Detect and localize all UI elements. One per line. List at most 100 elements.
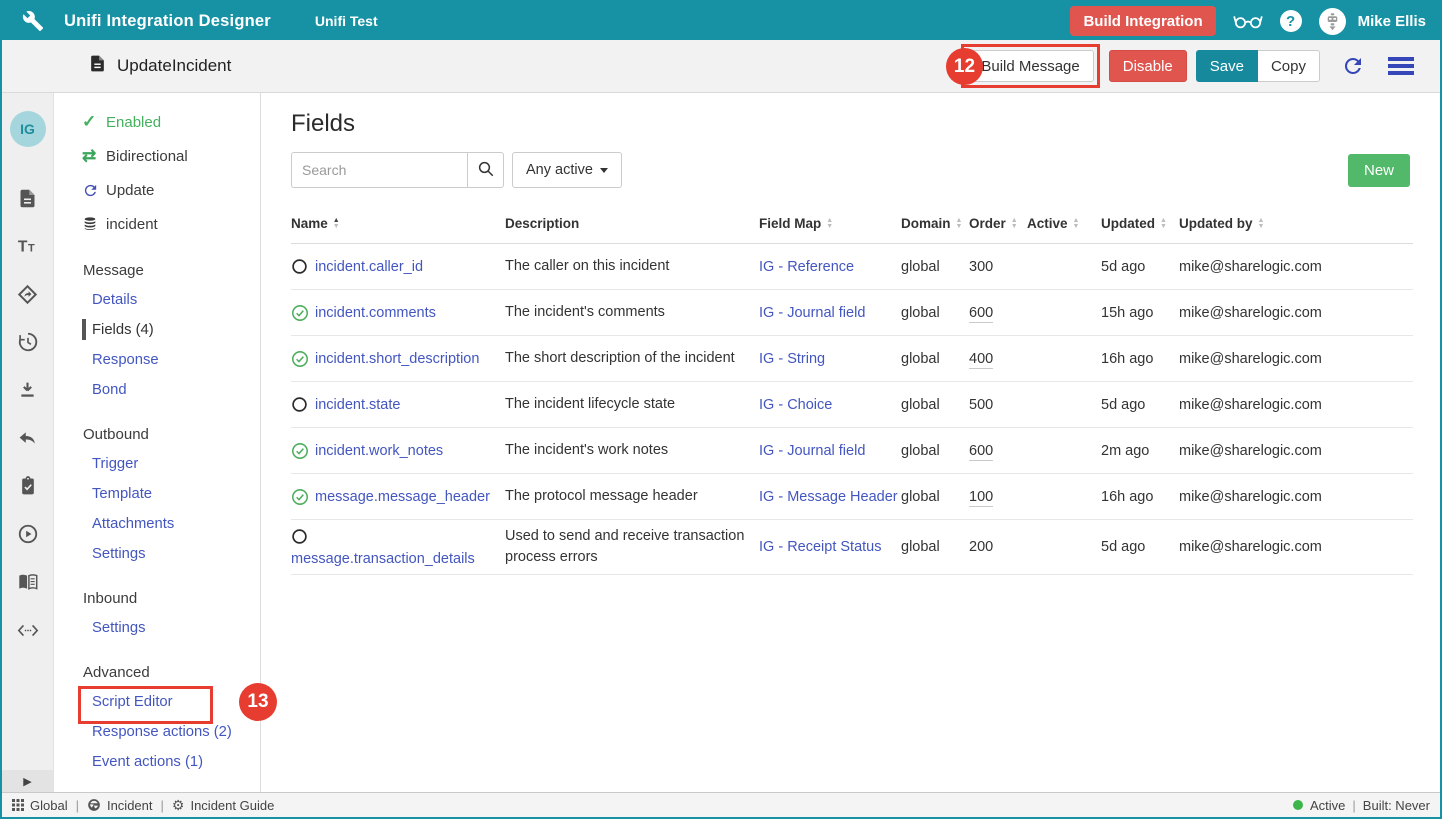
text-format-icon[interactable]: TT	[17, 235, 39, 257]
nav-status-item[interactable]: incident	[54, 207, 260, 241]
nav-sections: Message Details Fields (4) Response Bond…	[54, 255, 260, 777]
nav-item-event-actions-1[interactable]: Event actions (1)	[54, 747, 260, 777]
field-name-link[interactable]: message.message_header	[315, 489, 490, 505]
status-bar-item-incident[interactable]: Incident	[87, 798, 153, 813]
new-button[interactable]: New	[1348, 154, 1410, 187]
help-icon[interactable]: ?	[1280, 10, 1302, 32]
reply-icon[interactable]	[17, 427, 39, 449]
nav-status-item[interactable]: ✓ Enabled	[54, 105, 260, 139]
nav-section-title: Advanced	[54, 657, 260, 687]
nav-item-response[interactable]: Response	[54, 345, 260, 375]
field-domain: global	[901, 443, 969, 459]
active-check-icon	[291, 442, 309, 460]
field-map-link[interactable]: IG - Reference	[759, 259, 854, 275]
nav-section: Inbound Settings	[54, 583, 260, 643]
field-order[interactable]: 300	[969, 259, 993, 275]
nav-item-attachments[interactable]: Attachments	[54, 509, 260, 539]
active-filter-label: Any active	[526, 162, 593, 178]
glasses-icon[interactable]	[1233, 13, 1263, 29]
field-map-link[interactable]: IG - String	[759, 351, 825, 367]
nav-status-item[interactable]: Update	[54, 173, 260, 207]
field-updated: 16h ago	[1101, 489, 1179, 505]
field-description: The incident's comments	[505, 302, 759, 323]
field-map-link[interactable]: IG - Journal field	[759, 305, 865, 321]
field-order[interactable]: 600	[969, 443, 993, 461]
integration-name[interactable]: Unifi Test	[315, 13, 378, 29]
user-name[interactable]: Mike Ellis	[1358, 13, 1426, 30]
search-input[interactable]	[291, 152, 467, 188]
sort-icon: ▲▼	[1011, 218, 1018, 230]
history-icon[interactable]	[17, 331, 39, 353]
field-name-link[interactable]: incident.short_description	[315, 351, 479, 367]
field-name-link[interactable]: message.transaction_details	[291, 551, 475, 567]
column-header-description[interactable]: Description	[505, 216, 759, 231]
nav-item-template[interactable]: Template	[54, 479, 260, 509]
refresh-icon[interactable]	[1341, 54, 1365, 78]
field-order[interactable]: 100	[969, 489, 993, 507]
nav-item-trigger[interactable]: Trigger	[54, 449, 260, 479]
status-bar-item-incident-guide[interactable]: ⚙Incident Guide	[172, 797, 274, 814]
rail-expand-button[interactable]: ▶	[2, 770, 53, 792]
save-button[interactable]: Save	[1196, 50, 1258, 82]
disable-button[interactable]: Disable	[1109, 50, 1187, 82]
field-order[interactable]: 400	[969, 351, 993, 369]
download-icon[interactable]	[17, 379, 39, 401]
code-icon[interactable]	[17, 619, 39, 641]
column-header-active[interactable]: Active ▲▼	[1027, 216, 1101, 231]
annotation-badge-12: 12	[946, 48, 983, 85]
copy-button[interactable]: Copy	[1258, 50, 1320, 82]
nav-item-script-editor[interactable]: Script Editor 13	[54, 687, 260, 717]
sort-icon: ▲▼	[1258, 218, 1265, 230]
field-map-link[interactable]: IG - Choice	[759, 397, 832, 413]
field-map-link[interactable]: IG - Journal field	[759, 443, 865, 459]
field-order[interactable]: 200	[969, 539, 993, 555]
field-name-link[interactable]: incident.work_notes	[315, 443, 443, 459]
field-updated: 16h ago	[1101, 351, 1179, 367]
field-order[interactable]: 600	[969, 305, 993, 323]
field-map-link[interactable]: IG - Message Header	[759, 489, 898, 505]
field-name-link[interactable]: incident.comments	[315, 305, 436, 321]
field-updated: 2m ago	[1101, 443, 1179, 459]
field-name-link[interactable]: incident.caller_id	[315, 259, 423, 275]
status-bar-left: Global|Incident|⚙Incident Guide	[12, 797, 274, 814]
document-icon[interactable]	[17, 187, 39, 209]
active-filter-dropdown[interactable]: Any active	[512, 152, 622, 188]
nav-status-label: Enabled	[106, 114, 161, 131]
tasks-icon[interactable]	[17, 475, 39, 497]
field-description: The incident's work notes	[505, 440, 759, 461]
pie-icon	[87, 798, 101, 812]
column-header-name[interactable]: Name ▲▼	[291, 216, 505, 231]
sort-icon: ▲▼	[1073, 218, 1080, 230]
column-header-updated[interactable]: Updated ▲▼	[1101, 216, 1179, 231]
field-domain: global	[901, 397, 969, 413]
field-name-link[interactable]: incident.state	[315, 397, 400, 413]
nav-item-settings[interactable]: Settings	[54, 613, 260, 643]
field-order[interactable]: 500	[969, 397, 993, 413]
field-updated-by: mike@sharelogic.com	[1179, 539, 1413, 555]
nav-item-response-actions-2[interactable]: Response actions (2)	[54, 717, 260, 747]
column-header-field-map[interactable]: Field Map ▲▼	[759, 216, 901, 231]
field-description: Used to send and receive transaction pro…	[505, 526, 759, 568]
search-button[interactable]	[467, 152, 504, 188]
message-title: UpdateIncident	[117, 56, 231, 76]
field-map-link[interactable]: IG - Receipt Status	[759, 539, 882, 555]
avatar[interactable]	[1319, 8, 1346, 35]
book-icon[interactable]	[17, 571, 39, 593]
nav-item-fields-4[interactable]: Fields (4)	[54, 315, 260, 345]
nav-item-bond[interactable]: Bond	[54, 375, 260, 405]
nav-item-settings[interactable]: Settings	[54, 539, 260, 569]
svg-text:T: T	[17, 239, 27, 256]
column-header-updated-by[interactable]: Updated by ▲▼	[1179, 216, 1413, 231]
ig-avatar[interactable]: IG	[10, 111, 46, 147]
hamburger-menu-icon[interactable]	[1388, 57, 1414, 75]
build-integration-button[interactable]: Build Integration	[1070, 6, 1215, 36]
nav-section: Message Details Fields (4) Response Bond	[54, 255, 260, 405]
column-header-domain[interactable]: Domain ▲▼	[901, 216, 969, 231]
column-header-order[interactable]: Order ▲▼	[969, 216, 1027, 231]
nav-status-item[interactable]: ⇄ Bidirectional	[54, 139, 260, 173]
build-message-button[interactable]: Build Message	[967, 50, 1093, 82]
directions-icon[interactable]	[17, 283, 39, 305]
status-bar-item-global[interactable]: Global	[12, 798, 68, 813]
nav-item-details[interactable]: Details	[54, 285, 260, 315]
play-icon[interactable]	[17, 523, 39, 545]
